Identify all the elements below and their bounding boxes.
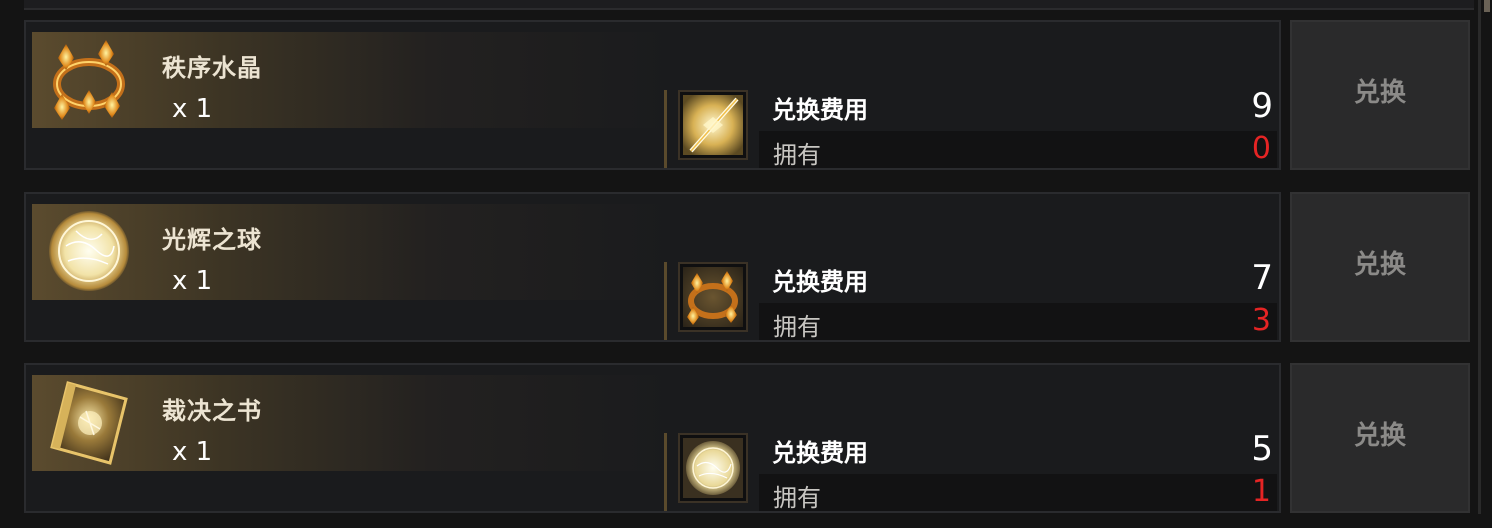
exchange-panel: 秩序水晶 x 1 兑换费用 9 拥有 0 [24,20,1281,170]
owned-value: 1 [1251,474,1271,509]
exchange-panel: 裁决之书 x 1 兑换费用 5 拥有 1 [24,363,1281,513]
scrollbar-thumb[interactable] [1484,0,1490,12]
owned-label: 拥有 [773,313,821,341]
scrollbar-track[interactable] [1478,0,1481,514]
radiant-orb-icon [683,438,743,498]
exchange-row: 光辉之球 x 1 兑换费用 7 拥有 3 兑换 [24,192,1474,357]
cost-item-slot[interactable] [678,433,748,503]
divider [664,433,667,511]
golden-crown-icon [683,267,743,327]
exchange-cost-value: 5 [1251,429,1273,469]
exchange-panel: 光辉之球 x 1 兑换费用 7 拥有 3 [24,192,1281,342]
owned-label: 拥有 [773,484,821,512]
exchange-button[interactable]: 兑换 [1290,20,1470,170]
golden-crown-icon [53,40,125,120]
exchange-button[interactable]: 兑换 [1290,363,1470,513]
divider [664,90,667,168]
reward-item-band: 秩序水晶 x 1 [32,32,672,128]
item-quantity: x 1 [172,94,213,124]
exchange-row: 裁决之书 x 1 兑换费用 5 拥有 1 兑换 [24,363,1474,528]
exchange-cost-value: 7 [1251,258,1273,298]
divider [664,262,667,340]
judgment-book-icon [50,381,128,465]
exchange-button[interactable]: 兑换 [1290,192,1470,342]
owned-value: 0 [1251,131,1271,166]
reward-item-band: 光辉之球 x 1 [32,204,672,300]
owned-strip: 拥有 3 [759,303,1277,341]
item-quantity: x 1 [172,437,213,467]
cost-item-slot[interactable] [678,90,748,160]
owned-label: 拥有 [773,141,821,169]
light-spear-icon [683,95,743,155]
item-name: 裁决之书 [162,397,262,425]
radiant-orb-icon [49,211,129,291]
exchange-row: 秩序水晶 x 1 兑换费用 9 拥有 0 兑换 [24,20,1474,185]
owned-strip: 拥有 1 [759,474,1277,512]
item-name: 光辉之球 [162,226,262,254]
owned-value: 3 [1251,303,1271,338]
reward-item-band: 裁决之书 x 1 [32,375,672,471]
item-name: 秩序水晶 [162,54,262,82]
owned-strip: 拥有 0 [759,131,1277,169]
exchange-cost-value: 9 [1251,86,1273,126]
item-quantity: x 1 [172,266,213,296]
previous-row-edge [24,0,1474,10]
cost-item-slot[interactable] [678,262,748,332]
